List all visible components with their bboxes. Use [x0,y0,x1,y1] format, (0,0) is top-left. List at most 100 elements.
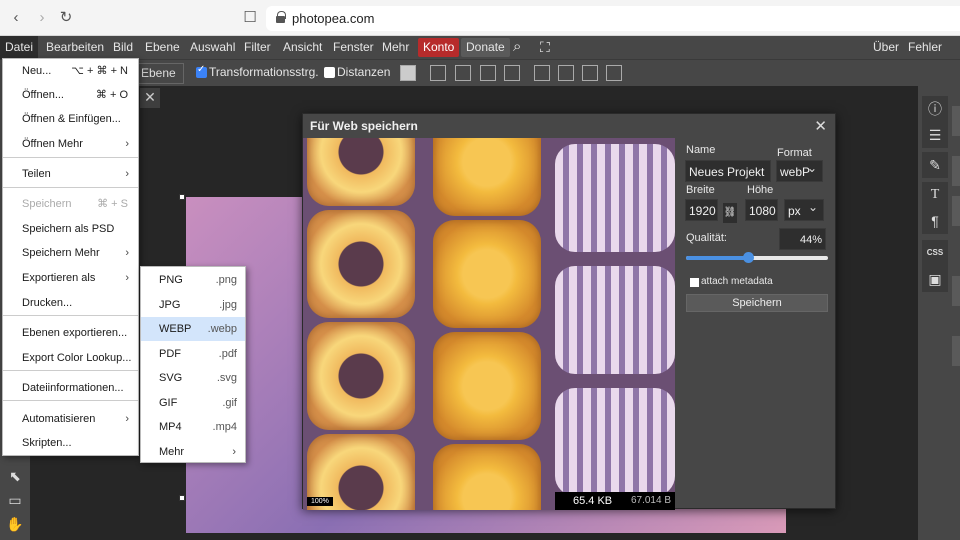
align-middle-icon[interactable] [558,65,574,81]
format-select[interactable]: webP [776,157,823,182]
preview-cookie [307,210,415,318]
menu-item-label: Speichern als PSD [22,223,115,235]
menu-item-label: Ebenen exportieren... [22,327,128,339]
align-center-icon[interactable] [455,65,471,81]
distribute-icon[interactable] [504,65,520,81]
menu-item-save-more[interactable]: Speichern Mehr › [3,241,138,265]
image-icon[interactable]: ▣ [922,266,948,292]
save-button[interactable]: Speichern [686,294,828,312]
quality-field[interactable]: 44% [779,228,826,250]
align-left-icon[interactable] [430,65,446,81]
quality-slider-knob[interactable] [743,252,755,263]
info-icon[interactable]: ⓘ [922,96,948,122]
menu-datei[interactable]: Datei [0,36,39,59]
width-field[interactable]: 1920 [685,199,718,221]
brush-icon[interactable]: ✎ [922,152,948,178]
donate-button[interactable]: Donate [461,38,510,57]
shortcut-label: ⌥ + ⌘ + N [71,65,128,77]
fullscreen-icon[interactable]: ⛶ [535,36,555,59]
panel-tab[interactable] [952,336,960,366]
align-bottom-icon[interactable] [582,65,598,81]
menu-item-save-psd[interactable]: Speichern als PSD [3,217,138,241]
menu-item-print[interactable]: Drucken... [3,291,138,315]
align-top-icon[interactable] [534,65,550,81]
panel-tab[interactable] [952,106,960,136]
menu-item-export-as[interactable]: Exportieren als › [3,266,138,290]
menu-item-export-layers[interactable]: Ebenen exportieren... [3,321,138,345]
rectangle-tool-icon[interactable]: ▭ [5,490,25,510]
layer-select[interactable]: Ebene ⌄ [138,63,184,99]
close-document-icon[interactable]: ✕ [140,88,160,108]
align-right-icon[interactable] [480,65,496,81]
menu-item-share[interactable]: Teilen › [3,162,138,186]
back-icon[interactable]: ‹ [6,8,26,28]
export-pdf[interactable]: PDF .pdf [141,342,245,366]
menu-item-open[interactable]: Öffnen... ⌘ + O [3,83,138,107]
height-field[interactable]: 1080 [745,199,778,221]
transform-handle[interactable] [179,495,185,501]
file-extension: .gif [222,396,237,409]
export-mehr[interactable]: Mehr › [141,440,245,464]
reload-icon[interactable]: ↻ [56,8,76,28]
character-icon[interactable]: T [922,182,948,208]
quality-slider-fill [686,256,749,260]
unit-select[interactable]: px [784,196,824,221]
menu-item-new[interactable]: Neu... ⌥ + ⌘ + N [3,59,138,83]
menu-filter[interactable]: Filter [239,36,276,59]
search-icon[interactable]: ⌕ [508,36,526,59]
close-icon[interactable]: ✕ [814,117,827,135]
export-svg[interactable]: SVG .svg [141,366,245,390]
panel-tab[interactable] [952,156,960,186]
forward-icon[interactable]: › [32,8,52,28]
menu-item-file-info[interactable]: Dateiinformationen... [3,376,138,400]
adjustments-icon[interactable]: ☰ [922,122,948,148]
panel-tab[interactable] [952,276,960,306]
link-icon[interactable]: ⛓ [723,203,737,223]
select-tool-icon[interactable]: ⬉ [5,466,25,486]
menu-mehr[interactable]: Mehr [377,36,414,59]
menu-ebene[interactable]: Ebene [140,36,185,59]
panel-tab[interactable] [952,196,960,226]
menu-item-automate[interactable]: Automatisieren › [3,407,138,431]
name-field[interactable]: Neues Projekt [685,160,771,182]
chevron-right-icon: › [125,168,129,180]
menu-item-open-paste[interactable]: Öffnen & Einfügen... [3,107,138,131]
bookmark-icon[interactable]: ☐ [240,8,260,28]
export-png[interactable]: PNG .png [141,268,245,292]
transform-handle[interactable] [179,194,185,200]
paragraph-icon[interactable]: ¶ [922,208,948,234]
metadata-checkbox[interactable] [690,278,699,287]
distances-checkbox[interactable] [324,67,335,78]
dialog-title: Für Web speichern [310,119,418,133]
menu-bearbeiten[interactable]: Bearbeiten [41,36,109,59]
menu-item-open-more[interactable]: Öffnen Mehr › [3,132,138,156]
menu-separator [3,187,138,188]
menu-fenster[interactable]: Fenster [328,36,379,59]
preview-image[interactable]: 100% 65.4 KB 67.014 B [303,138,675,510]
menu-item-label: Skripten... [22,437,72,449]
konto-button[interactable]: Konto [418,38,460,57]
preview-stripes [555,388,675,496]
export-jpg[interactable]: JPG .jpg [141,293,245,317]
export-gif[interactable]: GIF .gif [141,391,245,415]
hand-tool-icon[interactable]: ✋ [5,514,25,534]
menu-auswahl[interactable]: Auswahl [185,36,240,59]
preview-cookie [433,444,541,510]
distribute-vertical-icon[interactable] [606,65,622,81]
menu-bild[interactable]: Bild [108,36,138,59]
menu-ansicht[interactable]: Ansicht [278,36,327,59]
menu-item-scripts[interactable]: Skripten... [3,431,138,455]
quality-label: Qualität: [686,232,727,244]
menu-item-export-color-lookup[interactable]: Export Color Lookup... [3,346,138,370]
menu-fehler-melden[interactable]: Fehler melden [903,36,960,76]
save-for-web-dialog: Für Web speichern ✕ 100% 65.4 KB 67.014 … [302,113,836,510]
menu-ueber[interactable]: Über [868,36,904,59]
css-icon[interactable]: CSS [922,240,948,266]
export-mp4[interactable]: MP4 .mp4 [141,415,245,439]
address-bar[interactable]: photopea.com [266,6,960,31]
quality-slider[interactable] [686,252,828,263]
transform-controls-checkbox[interactable] [196,64,207,78]
export-webp[interactable]: WEBP .webp [141,317,245,341]
export-format-label: PDF [159,347,181,360]
download-icon[interactable] [400,65,416,81]
